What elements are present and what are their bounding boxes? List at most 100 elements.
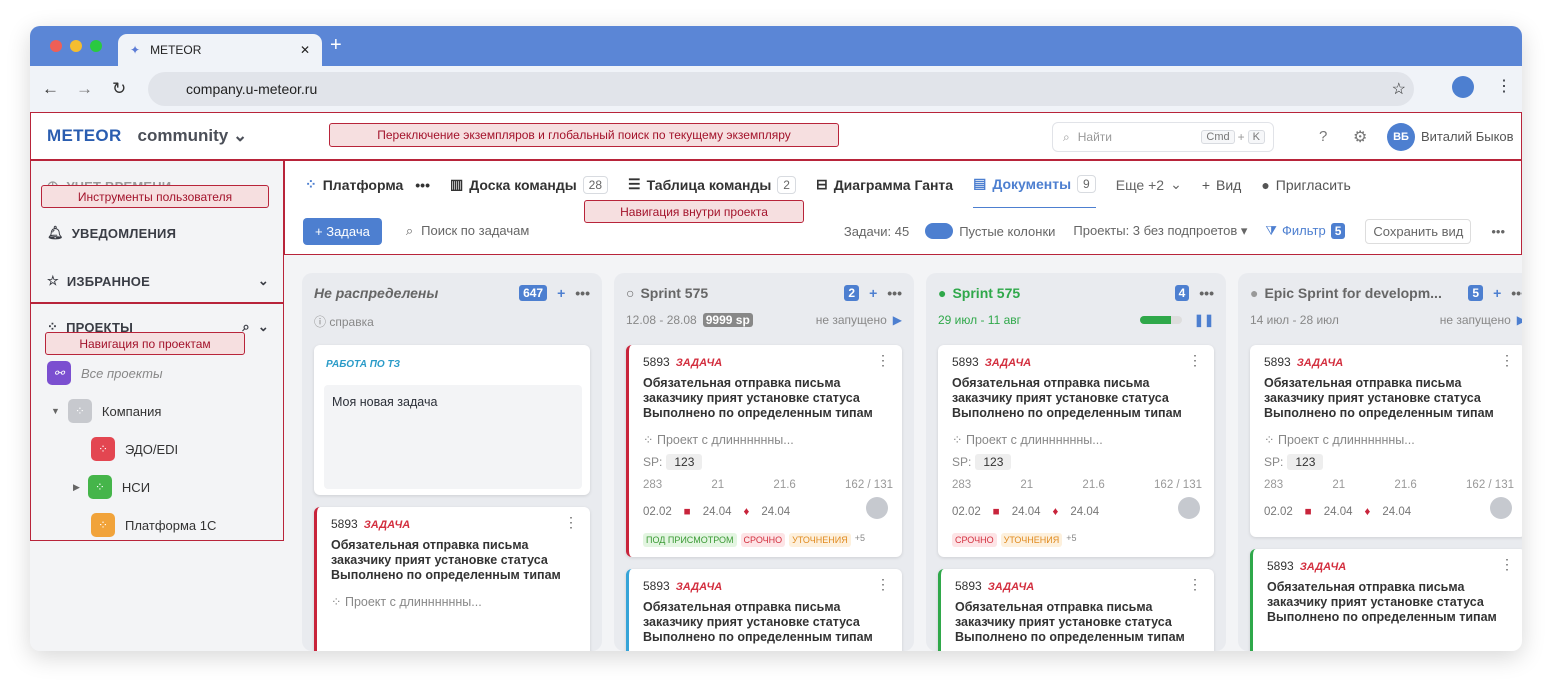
board-count[interactable]: 28 — [582, 175, 609, 194]
filter-button[interactable]: ⧩ Фильтр 5 — [1265, 223, 1346, 239]
caret-right-icon[interactable]: ▶ — [73, 482, 80, 493]
all-projects[interactable]: ⚯ Все проекты — [47, 361, 163, 385]
more-icon[interactable]: ⋮ — [564, 515, 578, 529]
project-company[interactable]: ▼ ⁘ Компания — [51, 399, 161, 423]
workspace-switcher[interactable]: community ⌄ — [138, 126, 248, 146]
share-icon: ⚯ — [47, 361, 71, 385]
task-card[interactable]: 5893 ЗАДАЧА ⋮ Обязательная отправка письм… — [938, 569, 1214, 651]
task-type[interactable]: ЗАДАЧА — [676, 357, 723, 369]
docs-count[interactable]: 9 — [1077, 174, 1096, 193]
view-button[interactable]: + Вид — [1202, 161, 1242, 209]
bookmark-star-icon[interactable]: ☆ — [1392, 79, 1406, 99]
more-icon[interactable]: ⋮ — [1188, 577, 1202, 591]
table-count[interactable]: 2 — [777, 175, 796, 194]
sidebar-item-notifications[interactable]: 🔔︎ УВЕДОМЛЕНИЯ — [47, 225, 176, 241]
new-tab-icon[interactable]: + — [330, 34, 342, 57]
help-icon[interactable]: ? — [1319, 128, 1327, 145]
invite-button[interactable]: ● Пригласить — [1261, 161, 1350, 209]
more-icon[interactable]: ⋮ — [1500, 353, 1514, 367]
group-label[interactable]: РАБОТА ПО ТЗ — [326, 359, 400, 370]
assignee-avatar[interactable] — [1490, 497, 1512, 519]
task-title[interactable]: Обязательная отправка письма заказчику п… — [1264, 376, 1504, 421]
more-icon[interactable]: ⋮ — [876, 577, 890, 591]
task-search[interactable]: ⌕ Поиск по задачам — [406, 223, 844, 239]
play-icon[interactable]: ▶ — [1517, 313, 1522, 327]
more-icon[interactable]: ••• — [1199, 285, 1214, 301]
projects-filter[interactable]: Проекты: 3 без подпроетов ▾ — [1073, 223, 1247, 239]
forward-icon[interactable]: → — [76, 79, 93, 99]
project-nsi[interactable]: ▶ ⁘ НСИ — [73, 475, 150, 499]
task-type[interactable]: ЗАДАЧА — [676, 581, 723, 593]
tag-urgent[interactable]: СРОЧНО — [740, 533, 786, 547]
task-card[interactable]: 5893 ЗАДАЧА ⋮ Обязательная отправка письм… — [626, 345, 902, 557]
task-card[interactable]: 5893 ЗАДАЧА ⋮ Обязательная отправка письм… — [938, 345, 1214, 557]
task-type[interactable]: ЗАДАЧА — [364, 519, 411, 531]
tags-more[interactable]: +5 — [1066, 533, 1076, 547]
tab-gantt[interactable]: ⊟ Диаграмма Ганта — [816, 161, 953, 209]
task-card[interactable]: 5893 ЗАДАЧА ⋮ Обязательная отправка письм… — [626, 569, 902, 651]
tag-review[interactable]: ПОД ПРИСМОТРОМ — [643, 533, 737, 547]
tag-clarify[interactable]: УТОЧНЕНИЯ — [1000, 533, 1063, 547]
more-icon[interactable]: ••• — [887, 285, 902, 301]
task-type[interactable]: ЗАДАЧА — [1297, 357, 1344, 369]
tags-more[interactable]: +5 — [855, 533, 865, 547]
task-title[interactable]: Обязательная отправка письма заказчику п… — [952, 376, 1192, 421]
task-type[interactable]: ЗАДАЧА — [1300, 561, 1347, 573]
tab-platform[interactable]: ⁘ Платформа ••• — [305, 161, 430, 209]
more-icon[interactable]: ⋮ — [1188, 353, 1202, 367]
reload-icon[interactable]: ↻ — [112, 79, 126, 99]
task-title[interactable]: Обязательная отправка письма заказчику п… — [331, 538, 571, 583]
task-card[interactable]: 5893 ЗАДАЧА ⋮ Обязательная отправка письм… — [1250, 345, 1522, 537]
task-title[interactable]: Обязательная отправка письма заказчику п… — [955, 600, 1195, 645]
empty-columns-toggle[interactable] — [925, 223, 954, 239]
global-search[interactable]: ⌕ Найти Cmd + K — [1052, 122, 1274, 152]
task-type[interactable]: ЗАДАЧА — [988, 581, 1035, 593]
task-card[interactable]: 5893 ЗАДАЧА ⋮ Обязательная отправка письм… — [314, 507, 590, 651]
new-task-input[interactable]: Моя новая задача — [324, 385, 582, 489]
sidebar-item-favorites[interactable]: ☆ ИЗБРАННОЕ ⌄ — [47, 273, 269, 289]
new-task-card[interactable]: РАБОТА ПО ТЗ Моя новая задача — [314, 345, 590, 495]
tag-clarify[interactable]: УТОЧНЕНИЯ — [789, 533, 851, 547]
project-1c[interactable]: ⁘ Платформа 1С — [91, 513, 216, 537]
save-view-button[interactable]: Сохранить вид — [1365, 218, 1472, 244]
assignee-avatar[interactable] — [866, 497, 888, 519]
avatar[interactable]: ВБ — [1387, 123, 1415, 151]
maximize-dot[interactable] — [90, 40, 102, 52]
gear-icon[interactable]: ⚙ — [1353, 127, 1367, 147]
task-card[interactable]: 5893 ЗАДАЧА ⋮ Обязательная отправка письм… — [1250, 549, 1522, 651]
plus-icon[interactable]: + — [557, 285, 565, 301]
tag-urgent[interactable]: СРОЧНО — [952, 533, 997, 547]
task-title[interactable]: Обязательная отправка письма заказчику п… — [643, 600, 883, 645]
back-icon[interactable]: ← — [42, 79, 59, 99]
more-icon[interactable]: ⋮ — [876, 353, 890, 367]
tab-more[interactable]: Еще +2 ⌄ — [1116, 161, 1182, 209]
platform-label: Платформа — [322, 176, 404, 193]
task-title[interactable]: Обязательная отправка письма заказчику п… — [1267, 580, 1507, 625]
minimize-dot[interactable] — [70, 40, 82, 52]
more-icon[interactable]: ••• — [1511, 285, 1522, 301]
logo[interactable]: METEOR — [47, 126, 122, 146]
close-tab-icon[interactable]: ✕ — [300, 43, 310, 57]
assignee-avatar[interactable] — [1178, 497, 1200, 519]
more-icon[interactable]: ••• — [575, 285, 590, 301]
play-icon[interactable]: ▶ — [893, 313, 902, 327]
project-edo[interactable]: ⁘ ЭДО/EDI — [91, 437, 178, 461]
user-name[interactable]: Виталий Быков — [1421, 129, 1514, 144]
task-type[interactable]: ЗАДАЧА — [985, 357, 1032, 369]
add-task-button[interactable]: + Задача — [303, 217, 382, 245]
pause-icon[interactable]: ❚❚ — [1194, 313, 1214, 327]
more-icon[interactable]: ••• — [415, 177, 430, 193]
more-icon[interactable]: ••• — [1491, 224, 1505, 239]
caret-down-icon[interactable]: ▼ — [51, 406, 60, 416]
address-field[interactable]: company.u-meteor.ru ☆ — [148, 72, 1414, 106]
profile-icon[interactable] — [1452, 76, 1474, 98]
more-icon[interactable]: ⋮ — [1500, 557, 1514, 571]
browser-menu-icon[interactable]: ⋮ — [1496, 76, 1512, 96]
tab-docs[interactable]: ▤ Документы 9 — [973, 161, 1096, 209]
browser-tab[interactable]: ✦ METEOR ✕ — [118, 34, 322, 66]
help-link[interactable]: ⓘ справка — [314, 313, 374, 330]
plus-icon[interactable]: + — [869, 285, 877, 301]
close-dot[interactable] — [50, 40, 62, 52]
plus-icon[interactable]: + — [1493, 285, 1501, 301]
task-title[interactable]: Обязательная отправка письма заказчику п… — [643, 376, 883, 421]
